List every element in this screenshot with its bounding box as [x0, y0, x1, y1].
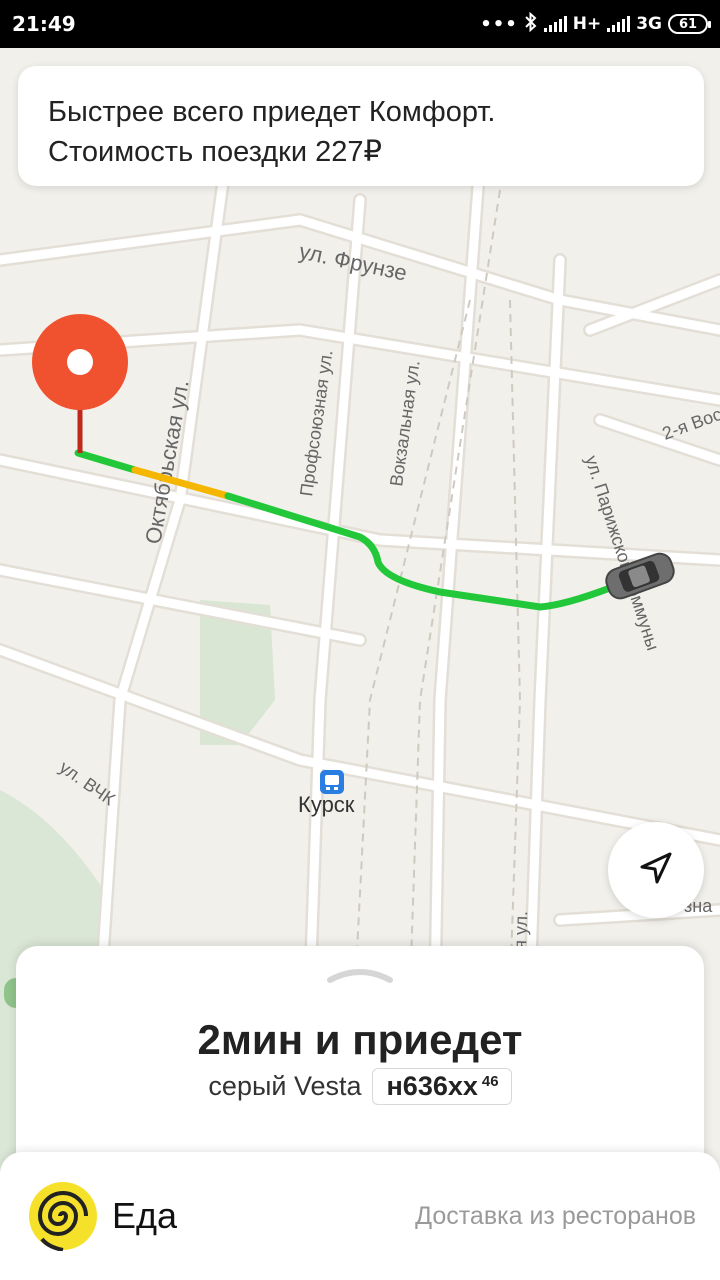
- eda-title: Еда: [112, 1195, 178, 1236]
- network-type: H+: [572, 14, 602, 34]
- eda-promo-banner[interactable]: Еда Доставка из ресторанов: [0, 1152, 720, 1280]
- eda-subtitle: Доставка из ресторанов: [415, 1201, 696, 1230]
- license-plate: н636хх 46: [371, 1068, 512, 1105]
- locate-button[interactable]: [608, 822, 704, 918]
- city-label: Курск: [298, 792, 355, 817]
- street-bottom: я ул.: [510, 911, 531, 951]
- navigation-arrow-icon: [638, 850, 674, 891]
- battery-icon: 61: [668, 14, 711, 34]
- train-station-icon[interactable]: [320, 770, 344, 794]
- plate-number: н636хх: [386, 1071, 478, 1101]
- bluetooth-icon: [524, 11, 538, 37]
- status-time: 21:49: [12, 12, 76, 36]
- car-info: серый Vesta н636хх 46: [16, 1068, 704, 1105]
- plate-region: 46: [481, 1073, 499, 1090]
- battery-level: 61: [678, 16, 698, 32]
- eda-logo-icon: [28, 1181, 98, 1252]
- status-icons: ••• H+ 3G 61: [480, 11, 711, 37]
- tariff-info-line1: Быстрее всего приедет Комфорт.: [48, 96, 496, 128]
- tariff-info-card[interactable]: Быстрее всего приедет Комфорт. Стоимость…: [18, 66, 704, 186]
- network-type-2: 3G: [636, 14, 662, 34]
- car-description: серый Vesta: [208, 1071, 362, 1101]
- status-bar: 21:49 ••• H+ 3G 61: [0, 0, 720, 48]
- more-dots-icon: •••: [480, 13, 518, 35]
- chevron-up-icon[interactable]: [326, 962, 394, 986]
- signal-icon: [543, 16, 567, 32]
- eta-title: 2мин и приедет: [197, 1016, 523, 1063]
- tariff-info-line2: Стоимость поездки 227₽: [48, 136, 382, 168]
- signal-icon-2: [607, 16, 631, 32]
